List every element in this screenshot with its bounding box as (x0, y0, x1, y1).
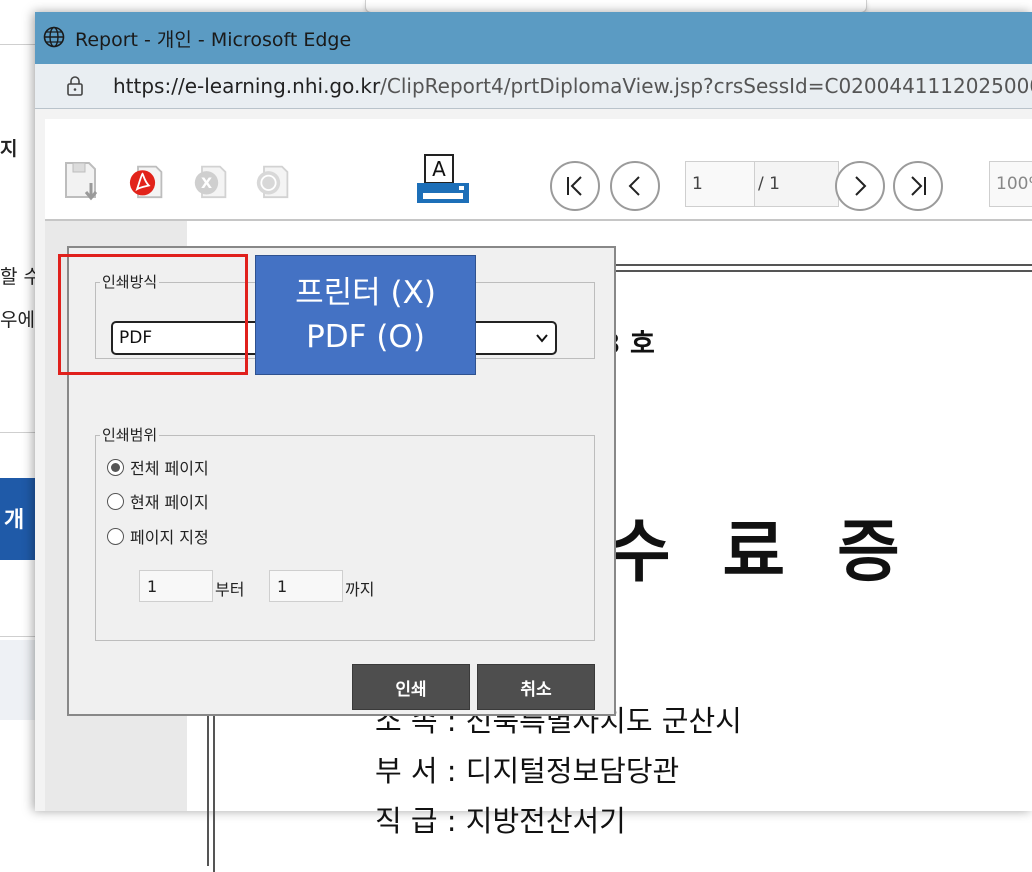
last-page-button[interactable] (893, 161, 943, 211)
range-option-all[interactable]: 전체 페이지 (107, 456, 209, 478)
current-page-input[interactable]: 1 (686, 162, 755, 206)
range-option-label: 페이지 지정 (130, 528, 209, 547)
background-blue-tab[interactable]: 개 (0, 478, 40, 560)
total-pages: / 1 (758, 174, 780, 194)
annotation-highlight-box (58, 254, 248, 375)
background-tab-label: 개 (4, 508, 25, 533)
page-from-input[interactable]: 1 (139, 570, 213, 602)
svg-text:X: X (201, 176, 212, 192)
background-text: 지 (0, 138, 18, 160)
first-page-button[interactable] (550, 161, 600, 211)
print-button[interactable]: 인쇄 (352, 664, 470, 710)
radio-button[interactable] (107, 527, 124, 545)
background-text: 우에 (0, 309, 35, 331)
lock-icon[interactable] (65, 75, 85, 97)
background-panel (0, 640, 40, 720)
document-title: 수료증 (608, 513, 952, 592)
chevron-down-icon (536, 334, 548, 343)
range-option-custom[interactable]: 페이지 지정 (107, 525, 209, 547)
page-to-label: 까지 (345, 580, 375, 599)
next-page-button[interactable] (835, 161, 885, 211)
background-divider (0, 636, 36, 637)
zoom-input[interactable]: 100% (989, 161, 1032, 207)
window-titlebar: Report - 개인 - Microsoft Edge (35, 12, 1032, 64)
save-icon[interactable] (63, 159, 99, 203)
page-from-label: 부터 (215, 580, 245, 599)
print-icon-letter: A (432, 157, 446, 181)
cancel-button[interactable]: 취소 (477, 664, 595, 710)
range-option-label: 현재 페이지 (130, 493, 209, 512)
page-to-input[interactable]: 1 (269, 570, 343, 602)
print-range-legend: 인쇄범위 (100, 424, 160, 445)
url-text[interactable]: https://e-learning.nhi.go.kr/ClipReport4… (113, 74, 1032, 98)
hwp-export-icon[interactable] (255, 159, 291, 203)
annotation-note: 프린터 (X) PDF (O) (255, 255, 476, 375)
window-title: Report - 개인 - Microsoft Edge (75, 29, 352, 51)
previous-page-button[interactable] (610, 161, 660, 211)
globe-icon (43, 26, 65, 48)
report-viewer-toolbar: X A 1 / 1 100% (45, 119, 1032, 221)
url-host: https://e-learning.nhi.go.kr (113, 74, 381, 98)
page-indicator: 1 / 1 (685, 161, 839, 207)
chevron-left-icon (628, 176, 640, 196)
background-divider (0, 432, 36, 433)
url-path: /ClipReport4/prtDiplomaView.jsp?crsSessI… (380, 74, 1032, 98)
last-page-icon (911, 176, 926, 196)
range-option-label: 전체 페이지 (130, 459, 209, 478)
radio-button[interactable] (107, 458, 124, 476)
print-icon[interactable]: A (415, 153, 471, 209)
first-page-icon (567, 176, 582, 196)
pdf-export-icon[interactable] (129, 159, 165, 203)
document-line-rank: 직 급 : 지방전산서기 (375, 804, 626, 838)
background-divider (0, 44, 36, 45)
range-option-current[interactable]: 현재 페이지 (107, 490, 209, 512)
annotation-line-2: PDF (O) (306, 319, 425, 355)
excel-export-icon[interactable]: X (193, 159, 229, 203)
annotation-line-1: 프린터 (X) (295, 275, 436, 311)
radio-button[interactable] (107, 492, 124, 510)
document-line-department: 부 서 : 디지털정보담당관 (375, 754, 680, 788)
address-bar[interactable]: https://e-learning.nhi.go.kr/ClipReport4… (35, 64, 1032, 109)
chevron-right-icon (855, 176, 867, 196)
